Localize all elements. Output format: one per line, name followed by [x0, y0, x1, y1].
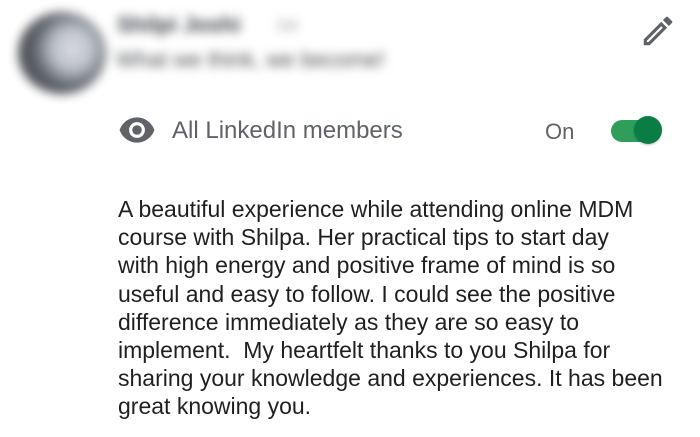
toggle-state-label: On [545, 119, 575, 144]
pencil-icon [643, 16, 673, 46]
connection-degree: 1st [276, 17, 298, 34]
eye-icon [119, 117, 155, 143]
visibility-label: All LinkedIn members [172, 117, 403, 144]
visibility-toggle[interactable] [610, 114, 662, 144]
author-headline: What we think, we become! [116, 47, 386, 72]
edit-button[interactable] [637, 10, 679, 52]
toggle-thumb[interactable] [634, 116, 662, 144]
visibility-setting: All LinkedIn members On [118, 110, 678, 154]
author-name[interactable]: Shilpi Joshi [117, 12, 240, 38]
recommendation-text: A beautiful experience while attending o… [118, 196, 663, 420]
avatar[interactable] [18, 12, 106, 94]
recommendation-header: Shilpi Joshi 1st What we think, we becom… [0, 0, 700, 100]
